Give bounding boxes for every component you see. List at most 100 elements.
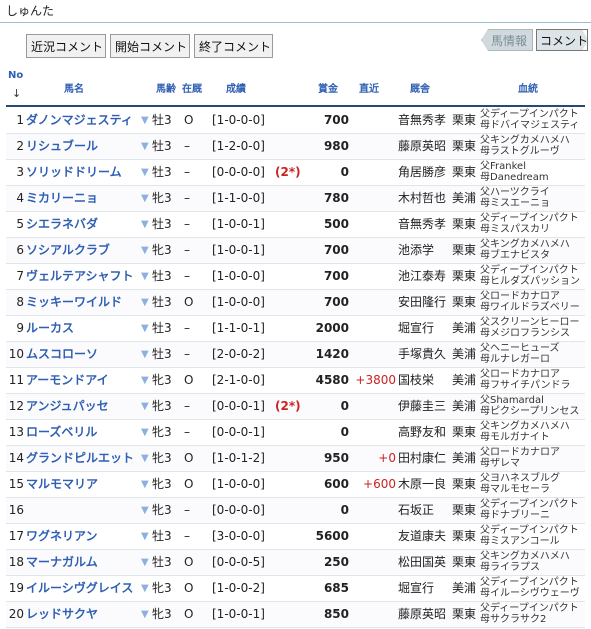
bloodline: 父ロードカナロア 母ワイルドラズベリー — [480, 291, 580, 313]
dropdown-triangle-icon[interactable]: ▼ — [141, 264, 149, 289]
dropdown-triangle-icon[interactable]: ▼ — [141, 576, 149, 601]
dropdown-triangle-icon[interactable]: ▼ — [141, 212, 149, 237]
dropdown-triangle-icon[interactable]: ▼ — [141, 186, 149, 211]
row-no: 8 — [16, 295, 24, 309]
row-no: 9 — [16, 321, 24, 335]
dropdown-triangle-icon[interactable]: ▼ — [141, 394, 149, 419]
dropdown-triangle-icon[interactable]: ▼ — [141, 290, 149, 315]
dropdown-triangle-icon[interactable]: ▼ — [141, 420, 149, 445]
dropdown-triangle-icon[interactable]: ▼ — [141, 342, 149, 367]
stable-status: O — [184, 451, 194, 465]
tab-comment[interactable]: コメント — [536, 29, 588, 51]
sire-name: 父Shamardal — [480, 395, 544, 406]
recent-comment-button[interactable]: 近況コメント — [26, 34, 106, 58]
horse-name-link[interactable]: ダノンマジェスティ — [26, 108, 133, 133]
column-header-no[interactable]: No — [8, 70, 23, 81]
dropdown-triangle-icon[interactable]: ▼ — [141, 498, 149, 523]
training-center: 栗東 — [452, 243, 477, 257]
horse-name-link[interactable]: マルモマリア — [26, 472, 98, 497]
dam-name: 母Danedream — [480, 172, 549, 183]
dam-name: 母ライラプス — [480, 562, 540, 573]
sire-name: 父キングカメハメハ — [480, 421, 570, 432]
horse-age: 牝3 — [152, 425, 172, 439]
dropdown-triangle-icon[interactable]: ▼ — [141, 524, 149, 549]
trainer-name: 田村康仁 — [398, 451, 447, 465]
recent-change: +3800 — [355, 373, 396, 387]
bloodline: 父キングカメハメハ 母モルガナイト — [480, 421, 570, 443]
dropdown-triangle-icon[interactable]: ▼ — [141, 368, 149, 393]
column-header-bloodline[interactable]: 血統 — [518, 80, 538, 95]
prize-money: 1420 — [315, 347, 349, 361]
dropdown-triangle-icon[interactable]: ▼ — [141, 446, 149, 471]
trainer-name: 堀宣行 — [398, 321, 435, 335]
bloodline: 父ディープインパクト 母ドバイマジェスティ — [480, 109, 579, 131]
horse-name-link[interactable]: ワグネリアン — [26, 524, 98, 549]
sire-name: 父ディープインパクト — [480, 603, 579, 614]
column-header-age[interactable]: 馬齢 — [156, 80, 176, 95]
start-comment-button[interactable]: 開始コメント — [110, 34, 190, 58]
bloodline: 父ディープインパクト 母サクラサク2 — [480, 603, 579, 625]
horse-age: 牡3 — [152, 295, 172, 309]
row-no: 16 — [8, 503, 24, 517]
row-no: 18 — [8, 555, 24, 569]
column-header-name[interactable]: 馬名 — [64, 80, 84, 95]
dam-name: 母ドバイマジェスティ — [480, 120, 580, 131]
dam-name: 母ミスエーニョ — [480, 198, 550, 209]
table-row: 8 ミッキーワイルド ▼ 牡3 O [1-0-0-0] 700 安田隆行 栗東 父ロードカナロア母… — [6, 290, 585, 316]
column-header-prize[interactable]: 賞金 — [318, 80, 338, 95]
horse-name-link[interactable]: マーナガルム — [26, 550, 98, 575]
training-center: 栗東 — [452, 555, 477, 569]
sort-arrow-icon[interactable]: ↓ — [12, 87, 21, 100]
sire-name: 父Frankel — [480, 161, 526, 172]
column-header-stable-status[interactable]: 在厩 — [182, 80, 202, 95]
dropdown-triangle-icon[interactable]: ▼ — [141, 238, 149, 263]
race-results: [3-0-0-0] — [212, 529, 265, 543]
horse-name-link[interactable]: ミッキーワイルド — [26, 290, 122, 315]
column-header-trainer[interactable]: 厩舎 — [410, 80, 430, 95]
horse-name-link[interactable]: ソリッドドリーム — [26, 160, 122, 185]
horse-name-link[interactable]: シエラネバダ — [26, 212, 98, 237]
trainer-name: 高野友和 — [398, 425, 447, 439]
dam-name: 母ルナレガーロ — [480, 354, 550, 365]
sire-name: 父スクリーンヒーロー — [480, 317, 580, 328]
horse-name-link[interactable]: グランドピルエット — [26, 446, 134, 471]
end-comment-button[interactable]: 終了コメント — [194, 34, 273, 58]
horse-name-link[interactable]: レッドサクヤ — [26, 602, 98, 627]
stable-status: O — [184, 607, 194, 621]
dropdown-triangle-icon[interactable]: ▼ — [141, 108, 149, 133]
table-row: 15 マルモマリア ▼ 牝3 O [1-0-0-0] 600 +600 木原一良 栗東 父ヨハネスブ… — [6, 472, 585, 498]
horse-name-link[interactable]: ルーカス — [26, 316, 74, 341]
dam-name: 母ミスアンコール — [480, 536, 560, 547]
horse-age: 牡3 — [152, 269, 172, 283]
dropdown-triangle-icon[interactable]: ▼ — [141, 602, 149, 627]
dropdown-triangle-icon[interactable]: ▼ — [141, 134, 149, 159]
race-results: [1-1-0-0] — [212, 191, 265, 205]
horse-name-link[interactable]: ヴェルテアシャフト — [26, 264, 134, 289]
column-header-results[interactable]: 成績 — [226, 80, 246, 95]
bloodline: 父ディープインパクト 母ミスアンコール — [480, 525, 579, 547]
trainer-name: 木原一良 — [398, 477, 447, 491]
table-row: 18 マーナガルム ▼ 牡3 O [0-0-0-5] 250 松田国英 栗東 父キングカメハメハ母… — [6, 550, 585, 576]
horse-name-link[interactable]: アーモンドアイ — [26, 368, 109, 393]
column-header-recent[interactable]: 直近 — [359, 80, 379, 95]
horse-name-link[interactable]: ソシアルクラブ — [26, 238, 110, 263]
dam-name: 母ブエナビスタ — [480, 250, 550, 261]
horse-name-link[interactable]: ムスコローソ — [26, 342, 98, 367]
table-row: 12 アンジュパッセ ▼ 牝3– [0-0-0-1] (2*) 0 伊藤圭三 美浦 父Shamar… — [6, 394, 585, 420]
dropdown-triangle-icon[interactable]: ▼ — [141, 160, 149, 185]
horse-name-link[interactable]: アンジュパッセ — [26, 394, 109, 419]
prize-money: 5600 — [315, 529, 349, 543]
tab-horse-info[interactable]: 馬情報 — [481, 29, 533, 51]
dropdown-triangle-icon[interactable]: ▼ — [141, 316, 149, 341]
horse-name-link[interactable]: ローズベリル — [26, 420, 97, 445]
horse-name-link[interactable]: イルーシヴグレイス — [26, 576, 133, 601]
stable-status: – — [184, 243, 190, 257]
bloodline: 父Shamardal 母ピクシープリンセス — [480, 395, 579, 417]
dropdown-triangle-icon[interactable]: ▼ — [141, 472, 149, 497]
horse-name-link[interactable]: ミカリーニョ — [26, 186, 98, 211]
race-results: [1-0-0-2] — [212, 581, 265, 595]
row-no: 15 — [8, 477, 24, 491]
sire-name: 父ヨハネスブルグ — [480, 473, 560, 484]
dropdown-triangle-icon[interactable]: ▼ — [141, 550, 149, 575]
horse-name-link[interactable]: リシュブール — [26, 134, 98, 159]
